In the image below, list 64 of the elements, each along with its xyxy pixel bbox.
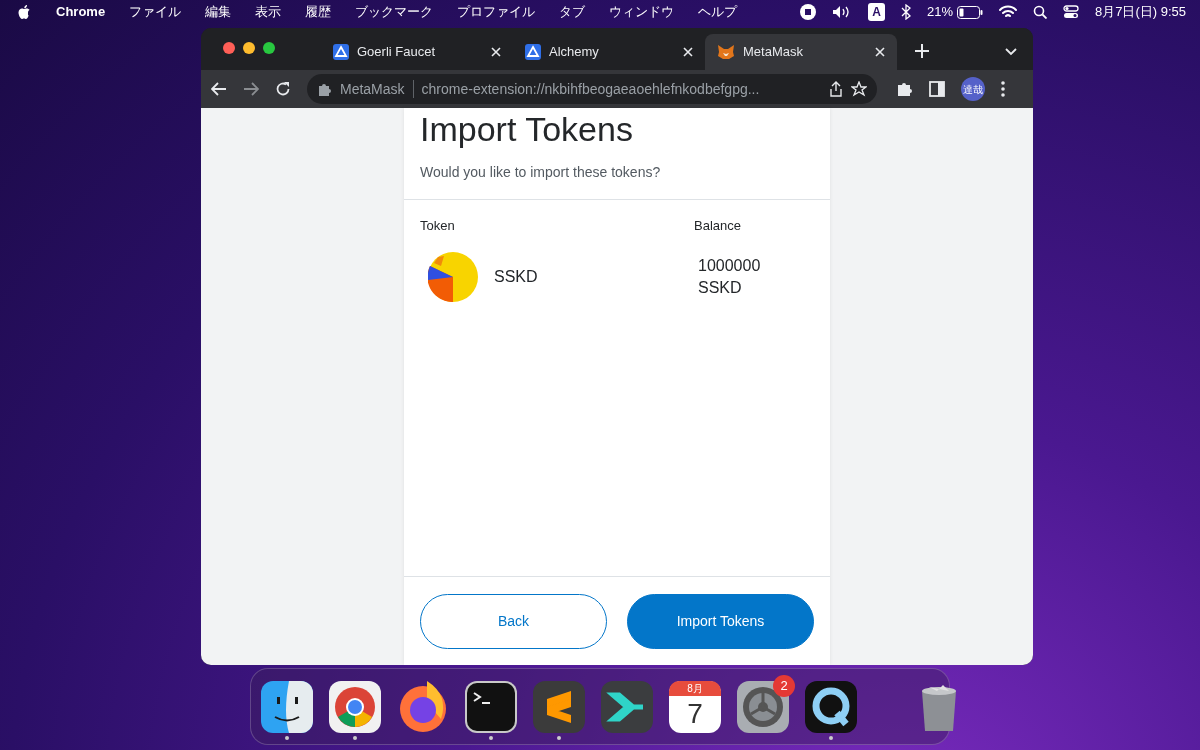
reload-icon[interactable] [275,81,291,97]
column-header: Balance [694,217,741,235]
input-source-indicator[interactable]: A [868,3,885,21]
menu-item[interactable]: 表示 [255,2,282,22]
battery-percentage: 21% [926,3,953,22]
token-balance: 1000000 SSKD [697,255,762,298]
fox-icon [717,44,735,60]
battery-icon[interactable] [956,5,983,19]
token-identicon [428,251,478,302]
calendar-month: 8月 [669,681,721,696]
apple-icon[interactable] [18,4,32,20]
close-icon[interactable] [683,47,693,57]
browser-tab[interactable]: MetaMask [705,34,897,70]
dialog-title: Import Tokens [420,112,634,146]
profile-avatar[interactable]: 達哉 [961,77,985,101]
menu-item[interactable]: タブ [559,2,586,22]
puzzle-piece-icon [317,81,332,97]
new-tab-icon[interactable] [915,44,929,58]
dialog-subtitle: Would you like to import these tokens? [420,163,662,182]
chrome-icon[interactable] [329,681,381,733]
star-icon[interactable] [851,81,867,97]
site-label: MetaMask [340,79,405,99]
triangle-logo-icon [333,44,349,60]
menu-item[interactable]: ファイル [129,2,182,22]
smiling-face-icon[interactable] [261,681,313,733]
more-menu-icon[interactable] [1001,81,1005,97]
close-icon[interactable] [875,47,885,57]
back-icon[interactable] [211,82,227,96]
menu-item[interactable]: 編集 [205,2,232,22]
control-center-icon[interactable] [1062,5,1079,19]
menu-item[interactable]: ヘルプ [698,2,738,22]
side-panel-icon[interactable] [929,81,945,97]
token-symbol: SSKD [494,266,538,287]
share-icon[interactable] [829,81,843,97]
url-text: chrome-extension://nkbihfbeogaeaoehlefnkodbefgpg... [421,79,761,99]
notification-badge: 2 [773,675,795,697]
menu-item[interactable]: プロファイル [457,2,536,22]
menu-bar-clock[interactable]: 8月7日(日) 9:55 [1094,2,1186,22]
forward-icon[interactable] [243,82,259,96]
browser-tab[interactable]: Goerli Faucet [321,34,513,70]
stop-icon[interactable] [800,4,817,20]
address-bar[interactable]: MetaMask chrome-extension://nkbihfbeogaeaoehlefnkodbefgpg... [307,74,877,104]
import-button[interactable]: Import Tokens [627,594,814,649]
browser-tab[interactable]: Alchemy [513,34,705,70]
back-button[interactable]: Back [420,594,607,649]
calendar-day: 7 [669,696,721,732]
menu-item[interactable]: ブックマーク [355,2,434,22]
firefox-icon[interactable] [397,681,449,733]
chevron-down-icon[interactable] [1005,48,1017,56]
gear-icon[interactable] [737,681,789,733]
column-header: Token [420,217,456,235]
calendar-app-icon[interactable]: 8月 7 [669,681,721,733]
close-icon[interactable] [491,47,501,57]
search-icon[interactable] [1032,5,1047,19]
menu-item[interactable]: ウィンドウ [609,2,675,22]
wifi-icon[interactable] [998,5,1017,19]
menu-item[interactable]: 履歴 [305,2,332,22]
extensions-icon[interactable] [897,81,913,97]
app-menu[interactable]: Chrome [56,2,106,22]
magnifier-q-icon[interactable] [805,681,857,733]
terminal-icon[interactable] [465,681,517,733]
bluetooth-icon[interactable] [900,4,911,20]
triangle-logo-icon [525,44,541,60]
arrow-shape-icon[interactable] [601,681,653,733]
